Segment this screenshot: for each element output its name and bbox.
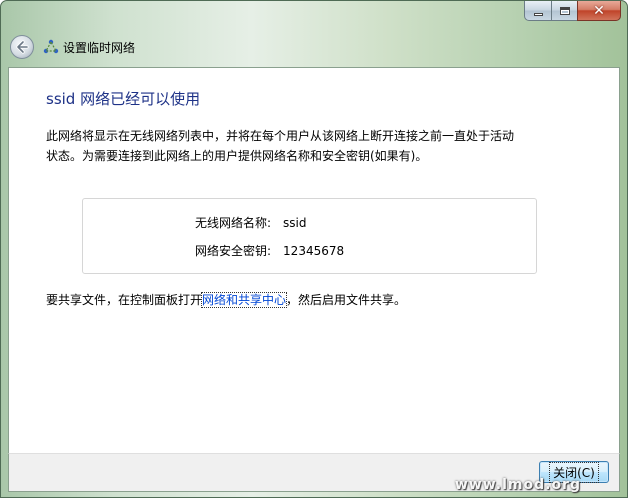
wizard-nav: 设置临时网络 <box>10 34 135 60</box>
watermark: www.lmod.org <box>454 477 581 493</box>
network-sharing-center-link[interactable]: 网络和共享中心 <box>201 292 288 308</box>
network-name-value: ssid <box>283 216 307 230</box>
file-sharing-hint: 要共享文件，在控制面板打开网络和共享中心，然后启用文件共享。 <box>46 291 406 308</box>
window-close-button[interactable]: ✕ <box>577 1 621 21</box>
caption-buttons: ✕ <box>524 1 621 22</box>
security-key-label: 网络安全密钥: <box>195 244 272 258</box>
minimize-button[interactable] <box>524 1 551 21</box>
security-key-value: 12345678 <box>283 244 345 258</box>
back-button[interactable] <box>10 35 34 59</box>
wizard-title: 设置临时网络 <box>63 40 136 55</box>
security-key-row: 网络安全密钥: 12345678 <box>195 242 344 259</box>
maximize-button[interactable] <box>551 1 577 21</box>
close-icon: ✕ <box>593 2 605 19</box>
description: 此网络将显示在无线网络列表中，并将在每个用户从该网络上断开连接之前一直处于活动 … <box>46 126 546 166</box>
page-heading: ssid 网络已经可以使用 <box>46 90 201 108</box>
network-name-label: 无线网络名称: <box>195 216 272 230</box>
share-prefix: 要共享文件，在控制面板打开 <box>46 293 203 307</box>
description-line-2: 状态。为需要连接到此网络上的用户提供网络名称和安全密钥(如果有)。 <box>46 149 428 163</box>
maximize-icon <box>559 6 570 15</box>
back-arrow-icon <box>16 40 29 54</box>
network-info-box: 无线网络名称: ssid 网络安全密钥: 12345678 <box>82 198 537 274</box>
minimize-icon <box>533 12 543 16</box>
share-suffix: ，然后启用文件共享。 <box>286 293 407 307</box>
description-line-1: 此网络将显示在无线网络列表中，并将在每个用户从该网络上断开连接之前一直处于活动 <box>46 129 515 143</box>
adhoc-network-icon <box>42 38 60 56</box>
content-area: ssid 网络已经可以使用 此网络将显示在无线网络列表中，并将在每个用户从该网络… <box>8 67 620 453</box>
dialog-window: ✕ 设置临时网络 ssid 网络已经可以使用 此网络将显示在无线网络列表中，并将… <box>0 0 628 498</box>
network-name-row: 无线网络名称: ssid <box>195 214 307 231</box>
